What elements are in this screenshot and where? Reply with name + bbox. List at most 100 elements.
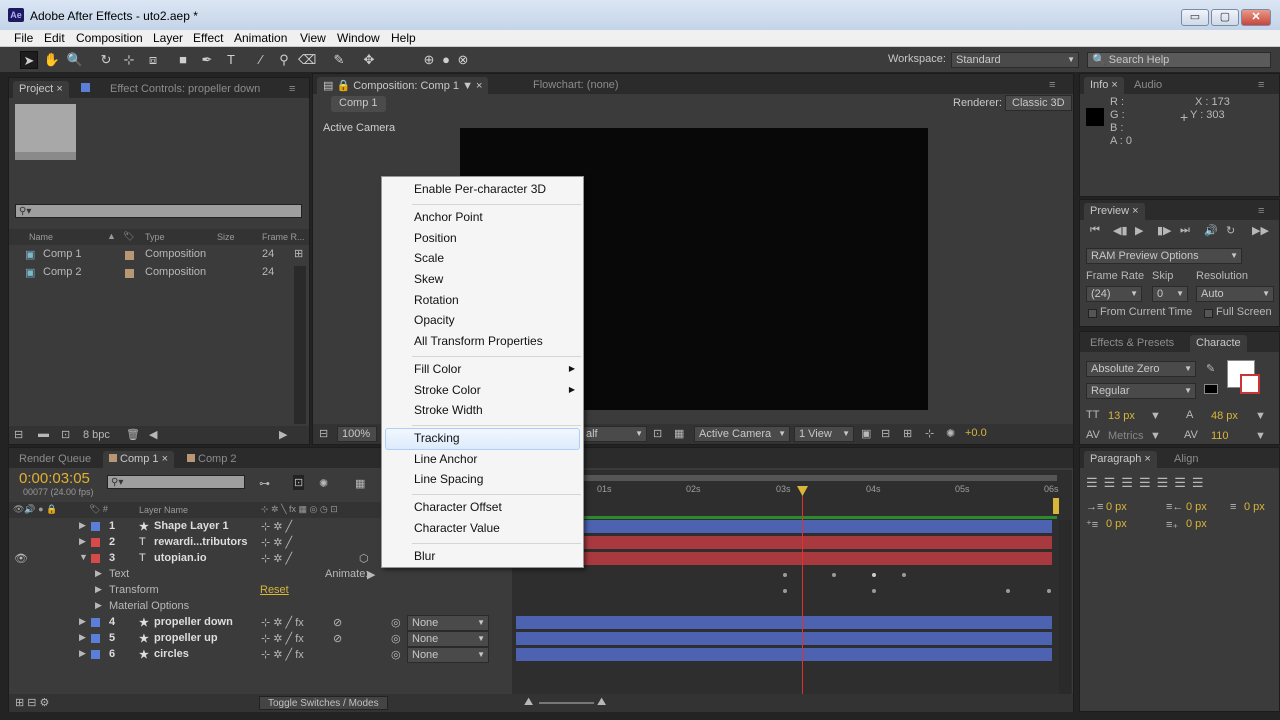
last-frame-icon[interactable]: ⏭ [1180, 224, 1190, 237]
black-swatch[interactable] [1204, 384, 1218, 394]
label-swatch[interactable] [91, 618, 100, 627]
type-tool-icon[interactable]: T [222, 51, 240, 69]
menu-window[interactable]: Window [337, 31, 380, 45]
roto-brush-tool-icon[interactable]: ✎ [330, 51, 348, 69]
zoom-in-icon[interactable]: ⛰ [597, 696, 606, 709]
layer-switches-icon[interactable]: ⊹ ✲ ╱ fx [261, 648, 304, 661]
pan-behind-tool-icon[interactable]: ⧈ [144, 51, 162, 69]
audio-icon[interactable]: 🔊 [1204, 224, 1218, 237]
layer-name[interactable]: Shape Layer 1 [154, 520, 229, 532]
tab-comp-2[interactable]: Comp 2 [181, 451, 243, 468]
clone-stamp-tool-icon[interactable]: ⚲ [275, 51, 293, 69]
axis-mode-icon[interactable]: ⊕ [420, 51, 438, 69]
menu-item-line-anchor[interactable]: Line Anchor [414, 452, 477, 466]
eye-icon[interactable]: 👁 [14, 552, 28, 565]
pen-tool-icon[interactable]: ✒ [198, 51, 216, 69]
pickwhip-icon[interactable]: ◎ [391, 648, 401, 661]
loop-icon[interactable]: ↻ [1226, 224, 1235, 237]
resolution-dropdown[interactable]: Auto ▼ [1196, 286, 1274, 302]
menu-item-character-offset[interactable]: Character Offset [414, 500, 502, 514]
menu-item-line-spacing[interactable]: Line Spacing [414, 472, 483, 486]
menu-item-stroke-color[interactable]: Stroke Color [414, 383, 481, 397]
layer-switches-icon[interactable]: ⊹ ✲ ╱ [261, 520, 292, 533]
layer-name[interactable]: propeller down [154, 616, 233, 628]
keyframe[interactable] [1047, 589, 1051, 593]
indent-left-value[interactable]: 0 px [1106, 501, 1127, 513]
layer-name-header[interactable]: Layer Name [139, 505, 188, 515]
scroll-right-icon[interactable]: ▶ [279, 428, 287, 441]
resolution-dropdown[interactable]: alf ▼ [581, 426, 647, 442]
animate-menu-icon[interactable]: ▶ [367, 568, 375, 581]
panel-menu-icon[interactable]: ≡ [1252, 77, 1270, 94]
parent-dropdown[interactable]: None ▼ [407, 615, 489, 631]
ram-preview-icon[interactable]: ▶▶ [1252, 224, 1269, 237]
menu-file[interactable]: File [14, 31, 33, 45]
menu-item-scale[interactable]: Scale [414, 251, 444, 265]
layer-bar[interactable] [516, 632, 1052, 645]
layer-name[interactable]: circles [154, 648, 189, 660]
indent-right-value[interactable]: 0 px [1186, 501, 1207, 513]
column-name[interactable]: Name [29, 232, 53, 242]
timeline-scrollbar[interactable] [1059, 520, 1071, 695]
menu-animation[interactable]: Animation [234, 31, 287, 45]
stroke-color-swatch[interactable] [1240, 374, 1260, 394]
space-before-value[interactable]: 0 px [1106, 518, 1127, 530]
draft-3d-icon[interactable]: ⊡ [293, 475, 305, 490]
rotate-tool-icon[interactable]: ↻ [97, 51, 115, 69]
comp-breadcrumb[interactable]: Comp 1 [331, 96, 386, 112]
new-folder-icon[interactable]: ▬ [38, 428, 49, 440]
new-composition-icon[interactable]: ⊡ [61, 428, 70, 441]
parent-dropdown[interactable]: None ▼ [407, 647, 489, 663]
work-area-end[interactable] [1053, 498, 1059, 514]
keyframe[interactable] [783, 589, 787, 593]
hide-shy-layers-icon[interactable]: ✺ [319, 477, 328, 490]
keyframe[interactable] [1006, 589, 1010, 593]
flowchart-icon[interactable]: ⊹ [925, 427, 934, 440]
world-axis-icon[interactable]: ● [437, 51, 455, 69]
reset-exposure-icon[interactable]: ✺ [946, 427, 955, 440]
camera-tool-icon[interactable]: ⊹ [120, 51, 138, 69]
menu-item-stroke-width[interactable]: Stroke Width [414, 403, 483, 417]
layer-switches-icon[interactable]: ⊹ ✲ ╱ [261, 536, 292, 549]
layer-bar[interactable] [516, 536, 1052, 549]
camera-view-dropdown[interactable]: Active Camera ▼ [694, 426, 790, 442]
expand-arrow-icon[interactable]: ▶ [95, 584, 102, 595]
expand-arrow-icon[interactable]: ▶ [79, 648, 86, 659]
label-swatch[interactable] [91, 522, 100, 531]
full-screen-checkbox[interactable] [1204, 309, 1213, 318]
trash-icon[interactable]: 🗑 [126, 428, 140, 441]
3d-layer-icon[interactable]: ⬡ [359, 552, 369, 565]
always-preview-icon[interactable]: ⊟ [319, 427, 328, 440]
close-icon[interactable]: × [476, 80, 482, 92]
timeline-icon[interactable]: ⊞ [903, 427, 912, 440]
transparency-grid-icon[interactable]: ▦ [674, 427, 684, 440]
menu-item-character-value[interactable]: Character Value [414, 521, 500, 535]
bit-depth-button[interactable]: 8 bpc [83, 429, 110, 441]
previous-frame-icon[interactable]: ◀▮ [1113, 224, 1128, 237]
tab-character[interactable]: Characte [1190, 335, 1247, 352]
menu-effect[interactable]: Effect [193, 31, 223, 45]
menu-view[interactable]: View [300, 31, 326, 45]
menu-item-rotation[interactable]: Rotation [414, 293, 459, 307]
font-style-dropdown[interactable]: Regular ▼ [1086, 383, 1196, 399]
maximize-button[interactable]: ▢ [1211, 9, 1239, 26]
project-search-input[interactable]: ⚲▾ [15, 204, 302, 218]
first-frame-icon[interactable]: ⏮ [1090, 224, 1100, 237]
pickwhip-icon[interactable]: ◎ [391, 616, 401, 629]
magnification-dropdown[interactable]: 100% [337, 426, 377, 442]
project-item[interactable]: ▣ Comp 1 Composition 24 ⊞ [9, 247, 309, 263]
tab-effects-presets[interactable]: Effects & Presets [1084, 335, 1180, 352]
panel-menu-icon[interactable]: ≡ [1252, 203, 1270, 220]
tab-preview[interactable]: Preview × [1084, 203, 1145, 220]
column-frame-rate[interactable]: Frame R... [262, 232, 305, 242]
puppet-pin-tool-icon[interactable]: ✥ [360, 51, 378, 69]
expand-arrow-icon[interactable]: ▶ [95, 600, 102, 611]
pickwhip-icon[interactable]: ◎ [391, 632, 401, 645]
layer-name[interactable]: utopian.io [154, 552, 207, 564]
minimize-button[interactable]: ▭ [1181, 9, 1209, 26]
menu-edit[interactable]: Edit [44, 31, 65, 45]
reset-link[interactable]: Reset [260, 584, 289, 596]
layer-bar[interactable] [516, 520, 1052, 533]
chevron-down-icon[interactable]: ▼ [1150, 430, 1161, 442]
comp-mini-flowchart-icon[interactable]: ⊶ [259, 477, 270, 490]
